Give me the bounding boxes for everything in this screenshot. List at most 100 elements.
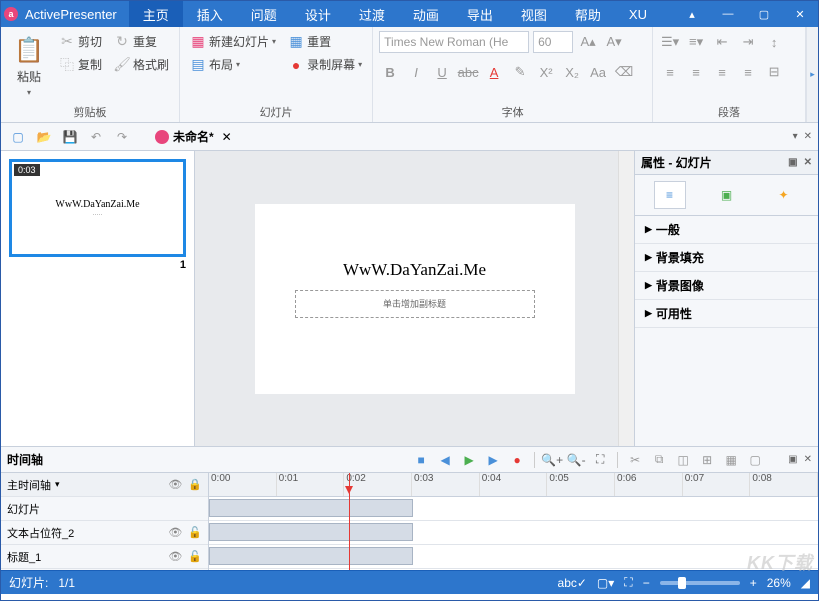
- zoom-out-button[interactable]: −: [643, 576, 650, 590]
- align-left-button[interactable]: ≡: [659, 61, 681, 83]
- copy-button[interactable]: ⿻复制: [55, 54, 106, 75]
- align-center-button[interactable]: ≡: [685, 61, 707, 83]
- tab-export[interactable]: 导出: [453, 1, 507, 27]
- slide-thumbnail[interactable]: 0:03 WwW.DaYanZai.Me ·····: [9, 159, 186, 257]
- panel-close-button[interactable]: ✕: [804, 131, 812, 142]
- tab-transition[interactable]: 过渡: [345, 1, 399, 27]
- tab-help[interactable]: 帮助: [561, 1, 615, 27]
- tl-prev-button[interactable]: ◀: [434, 450, 456, 470]
- record-screen-button[interactable]: ●录制屏幕▾: [284, 54, 366, 75]
- zoom-in-button[interactable]: +: [750, 576, 757, 590]
- open-file-button[interactable]: 📂: [33, 126, 55, 148]
- props-tab-effects[interactable]: ✦: [768, 181, 800, 209]
- props-section-general[interactable]: ▶一般: [635, 216, 818, 244]
- maximize-button[interactable]: ▢: [746, 1, 782, 27]
- tab-view[interactable]: 视图: [507, 1, 561, 27]
- tl-zoomout-button[interactable]: 🔍-: [565, 450, 587, 470]
- view-normal-button[interactable]: ▢▾: [597, 576, 614, 590]
- increase-font-button[interactable]: A▴: [577, 31, 599, 53]
- track-area-title[interactable]: [209, 545, 818, 569]
- tl-close-button[interactable]: ✕: [804, 454, 812, 465]
- underline-button[interactable]: U: [431, 61, 453, 83]
- tab-insert[interactable]: 插入: [183, 1, 237, 27]
- layout-button[interactable]: ▤布局▾: [186, 54, 280, 75]
- tab-xu[interactable]: XU: [615, 1, 661, 27]
- format-painter-button[interactable]: 🖌格式刷: [110, 54, 173, 75]
- track-area-text[interactable]: [209, 521, 818, 545]
- line-spacing-button[interactable]: ↕: [763, 31, 785, 53]
- lock-icon[interactable]: 🔓: [188, 550, 202, 563]
- slide-title[interactable]: WwW.DaYanZai.Me: [343, 260, 486, 280]
- main-track-row[interactable]: 主时间轴 ▾ 👁🔒: [1, 473, 208, 497]
- clip-slide[interactable]: [209, 499, 413, 517]
- italic-button[interactable]: I: [405, 61, 427, 83]
- superscript-button[interactable]: X²: [535, 61, 557, 83]
- track-slide[interactable]: 幻灯片: [1, 497, 208, 521]
- minimize-button[interactable]: ―: [710, 1, 746, 27]
- clear-format-button[interactable]: ⌫: [613, 61, 635, 83]
- document-tab[interactable]: 未命名* ✕: [147, 126, 244, 148]
- align-right-button[interactable]: ≡: [711, 61, 733, 83]
- playhead[interactable]: [349, 473, 350, 570]
- tl-zoomfit-button[interactable]: ⛶: [589, 450, 611, 470]
- font-family-select[interactable]: [379, 31, 529, 53]
- new-file-button[interactable]: ▢: [7, 126, 29, 148]
- track-title[interactable]: 标题_1👁🔓: [1, 545, 208, 569]
- font-size-select[interactable]: [533, 31, 573, 53]
- tl-record-button[interactable]: ●: [506, 450, 528, 470]
- tl-marker1-button[interactable]: ⧉: [648, 450, 670, 470]
- track-area-slide[interactable]: [209, 497, 818, 521]
- tl-zoomin-button[interactable]: 🔍+: [541, 450, 563, 470]
- decrease-font-button[interactable]: A▾: [603, 31, 625, 53]
- tl-split-button[interactable]: ✂: [624, 450, 646, 470]
- case-button[interactable]: Aa: [587, 61, 609, 83]
- timeline-ruler[interactable]: 0:00 0:01 0:02 0:03 0:04 0:05 0:06 0:07 …: [209, 473, 818, 497]
- props-section-bgfill[interactable]: ▶背景填充: [635, 244, 818, 272]
- reset-button[interactable]: ▦重置: [284, 31, 366, 52]
- document-close-button[interactable]: ✕: [218, 130, 236, 144]
- align-justify-button[interactable]: ≡: [737, 61, 759, 83]
- strike-button[interactable]: abc: [457, 61, 479, 83]
- tl-marker3-button[interactable]: ⊞: [696, 450, 718, 470]
- close-button[interactable]: ✕: [782, 1, 818, 27]
- visibility-icon[interactable]: 👁: [168, 526, 182, 539]
- props-section-bgimage[interactable]: ▶背景图像: [635, 272, 818, 300]
- paste-button[interactable]: 📋 粘贴 ▾: [7, 31, 51, 102]
- indent-decrease-button[interactable]: ⇤: [711, 31, 733, 53]
- lock-icon[interactable]: 🔒: [188, 478, 202, 491]
- lock-icon[interactable]: 🔓: [188, 526, 202, 539]
- props-close-button[interactable]: ✕: [804, 157, 812, 168]
- slide-subtitle-placeholder[interactable]: 单击增加副标题: [295, 290, 535, 318]
- vertical-scrollbar[interactable]: [618, 151, 634, 446]
- tab-question[interactable]: 问题: [237, 1, 291, 27]
- clip-title[interactable]: [209, 547, 413, 565]
- tab-home[interactable]: 主页: [129, 1, 183, 27]
- ribbon-collapse-icon[interactable]: ▴: [674, 1, 710, 27]
- clip-text[interactable]: [209, 523, 413, 541]
- tab-animation[interactable]: 动画: [399, 1, 453, 27]
- new-slide-button[interactable]: ▦新建幻灯片▾: [186, 31, 280, 52]
- ribbon-overflow-button[interactable]: ▸: [806, 27, 818, 122]
- tl-stop-button[interactable]: ■: [410, 450, 432, 470]
- zoom-slider[interactable]: [660, 581, 740, 585]
- visibility-icon[interactable]: 👁: [168, 550, 182, 563]
- numbering-button[interactable]: ≡▾: [685, 31, 707, 53]
- valign-button[interactable]: ⊟: [763, 61, 785, 83]
- repeat-button[interactable]: ↻重复: [110, 31, 173, 52]
- bullets-button[interactable]: ☰▾: [659, 31, 681, 53]
- font-color-button[interactable]: A: [483, 61, 505, 83]
- slide-canvas[interactable]: WwW.DaYanZai.Me 单击增加副标题: [255, 204, 575, 394]
- indent-increase-button[interactable]: ⇥: [737, 31, 759, 53]
- undo-button[interactable]: ↶: [85, 126, 107, 148]
- visibility-icon[interactable]: 👁: [168, 478, 182, 491]
- timeline-tracks-area[interactable]: 0:00 0:01 0:02 0:03 0:04 0:05 0:06 0:07 …: [209, 473, 818, 570]
- tl-marker5-button[interactable]: ▢: [744, 450, 766, 470]
- props-section-availability[interactable]: ▶可用性: [635, 300, 818, 328]
- props-tab-size[interactable]: ▣: [711, 181, 743, 209]
- tl-marker4-button[interactable]: ▦: [720, 450, 742, 470]
- cut-button[interactable]: ✂剪切: [55, 31, 106, 52]
- props-dock-button[interactable]: ▣: [788, 157, 797, 168]
- save-button[interactable]: 💾: [59, 126, 81, 148]
- props-tab-general[interactable]: ≡: [654, 181, 686, 209]
- panel-dock-button[interactable]: ▾: [793, 131, 798, 142]
